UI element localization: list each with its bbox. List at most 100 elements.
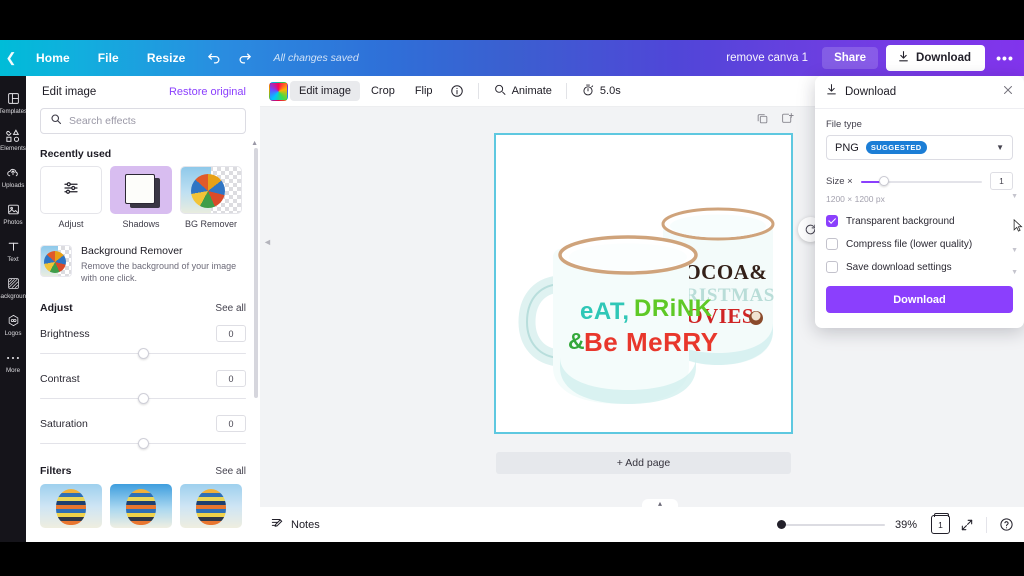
contrast-value[interactable]: 0 bbox=[216, 370, 246, 388]
sidebar-item-more[interactable]: More bbox=[0, 343, 26, 380]
option-save-settings[interactable]: Save download settings bbox=[826, 261, 1013, 273]
home-button[interactable]: Home bbox=[22, 40, 84, 76]
duplicate-icon[interactable] bbox=[756, 112, 769, 130]
zoom-percent-label[interactable]: 39% bbox=[895, 519, 921, 531]
sidebar-item-photos[interactable]: Photos bbox=[0, 195, 26, 232]
animate-button[interactable]: Animate bbox=[487, 80, 558, 103]
sidebar-item-uploads[interactable]: Uploads bbox=[0, 158, 26, 195]
checkbox-icon[interactable] bbox=[826, 261, 838, 273]
effect-item-shadows[interactable]: Shadows bbox=[110, 166, 172, 229]
sidebar-item-templates[interactable]: Templates bbox=[0, 84, 26, 121]
background-remover-thumbnail bbox=[40, 245, 72, 277]
size-slider[interactable] bbox=[860, 175, 982, 187]
close-icon[interactable] bbox=[1002, 83, 1014, 101]
redo-icon[interactable] bbox=[229, 40, 259, 76]
color-swatch[interactable] bbox=[269, 81, 288, 101]
panel-scrollbar[interactable]: ▲ ▼ bbox=[251, 140, 258, 542]
panel-body: Recently used Adjust bbox=[26, 108, 260, 529]
checkbox-icon[interactable] bbox=[826, 238, 838, 250]
add-page-button[interactable]: + Add page bbox=[496, 452, 791, 474]
search-effects-field[interactable] bbox=[40, 108, 246, 134]
toolbar-divider bbox=[565, 83, 567, 99]
brightness-value[interactable]: 0 bbox=[216, 325, 246, 343]
notes-button[interactable]: Notes bbox=[270, 516, 320, 533]
zoom-slider[interactable] bbox=[777, 519, 885, 531]
tab-flip[interactable]: Flip bbox=[406, 81, 442, 101]
saturation-slider[interactable] bbox=[40, 437, 246, 450]
scroll-up-arrow-icon[interactable]: ▲ bbox=[251, 140, 258, 147]
sidebar-item-background[interactable]: Background bbox=[0, 269, 26, 306]
document-title[interactable]: remove canva 1 bbox=[712, 52, 822, 64]
more-options-button[interactable]: ••• bbox=[992, 45, 1018, 71]
undo-icon[interactable] bbox=[199, 40, 229, 76]
brightness-slider[interactable] bbox=[40, 347, 246, 360]
filters-section: Filters See all bbox=[40, 465, 246, 529]
sliders-icon bbox=[62, 179, 80, 202]
design-page[interactable]: COCOA& CHRISTMAS MOVIES eAT, DRiNK & Be … bbox=[494, 133, 793, 434]
back-chevron-icon[interactable]: ❮ bbox=[0, 40, 22, 76]
filters-see-all-link[interactable]: See all bbox=[215, 466, 246, 477]
file-type-select[interactable]: PNG SUGGESTED ▼ bbox=[826, 135, 1013, 160]
download-popover-header: Download bbox=[815, 76, 1024, 109]
mug-text-eat: eAT, bbox=[580, 298, 630, 325]
duration-button[interactable]: 5.0s bbox=[575, 80, 627, 103]
upload-cloud-icon bbox=[6, 165, 20, 180]
zoom-slider-knob[interactable] bbox=[777, 520, 786, 529]
timer-icon bbox=[581, 83, 595, 100]
filter-item[interactable] bbox=[180, 484, 242, 529]
sidebar-item-text[interactable]: Text bbox=[0, 232, 26, 269]
info-icon[interactable] bbox=[444, 81, 470, 101]
option-compress-file[interactable]: Compress file (lower quality) bbox=[826, 238, 1013, 250]
contrast-slider[interactable] bbox=[40, 392, 246, 405]
page-count-button[interactable]: 1 bbox=[931, 513, 950, 534]
sidebar-label-logos: Logos bbox=[4, 330, 22, 337]
size-scroll-tick: ▼ bbox=[1011, 193, 1018, 200]
share-button[interactable]: Share bbox=[822, 47, 879, 69]
filter-item[interactable] bbox=[40, 484, 102, 529]
scrollbar-thumb[interactable] bbox=[254, 148, 258, 398]
chevron-down-icon[interactable]: ▼ bbox=[996, 143, 1004, 152]
expand-icon[interactable] bbox=[960, 518, 974, 532]
contrast-row: Contrast 0 bbox=[40, 370, 246, 388]
recently-used-list: Adjust Shadows BG Remover bbox=[40, 166, 246, 229]
adjust-thumbnail bbox=[40, 166, 102, 214]
animate-label: Animate bbox=[511, 85, 552, 97]
canva-editor-window: ❮ Home File Resize All changes saved rem… bbox=[0, 0, 1024, 576]
contrast-label: Contrast bbox=[40, 372, 80, 385]
restore-original-button[interactable]: Restore original bbox=[169, 86, 246, 98]
saturation-value[interactable]: 0 bbox=[216, 415, 246, 433]
background-remover-card[interactable]: Background Remover Remove the background… bbox=[40, 245, 246, 284]
slider-knob[interactable] bbox=[137, 438, 149, 450]
adjust-title: Adjust bbox=[40, 302, 73, 315]
filters-header: Filters See all bbox=[40, 465, 246, 477]
sidebar-item-elements[interactable]: Elements bbox=[0, 121, 26, 158]
recently-used-title: Recently used bbox=[40, 148, 112, 160]
download-button[interactable]: Download bbox=[886, 45, 985, 71]
tab-crop[interactable]: Crop bbox=[362, 81, 404, 101]
checkbox-checked-icon[interactable] bbox=[826, 215, 838, 227]
option-transparent-background[interactable]: Transparent background bbox=[826, 215, 1013, 227]
canvas-scroll-left-icon[interactable]: ◄ bbox=[263, 237, 272, 247]
help-icon[interactable] bbox=[999, 517, 1014, 532]
filter-item[interactable] bbox=[110, 484, 172, 529]
tab-edit-image[interactable]: Edit image bbox=[290, 81, 360, 101]
confirm-download-button[interactable]: Download bbox=[826, 286, 1013, 313]
effect-item-bg-remover[interactable]: BG Remover bbox=[180, 166, 242, 229]
slider-knob[interactable] bbox=[137, 348, 149, 360]
file-menu-button[interactable]: File bbox=[84, 40, 133, 76]
add-comment-icon[interactable] bbox=[781, 112, 794, 130]
mug-product-image[interactable]: COCOA& CHRISTMAS MOVIES eAT, DRiNK & Be … bbox=[502, 141, 785, 426]
resize-button[interactable]: Resize bbox=[133, 40, 200, 76]
sidebar-label-text: Text bbox=[7, 256, 19, 263]
slider-knob[interactable] bbox=[137, 393, 149, 405]
toolbar-divider bbox=[477, 83, 479, 99]
size-value-field[interactable]: 1 bbox=[990, 172, 1013, 190]
sidebar-item-logos[interactable]: Logos bbox=[0, 306, 26, 343]
adjust-see-all-link[interactable]: See all bbox=[215, 303, 246, 314]
effect-label-bg-remover: BG Remover bbox=[184, 219, 237, 229]
sidebar-label-more: More bbox=[5, 367, 21, 374]
size-slider-knob[interactable] bbox=[878, 176, 889, 186]
effect-item-adjust[interactable]: Adjust bbox=[40, 166, 102, 229]
shadow-front-square bbox=[125, 174, 155, 204]
search-input[interactable] bbox=[69, 115, 236, 127]
